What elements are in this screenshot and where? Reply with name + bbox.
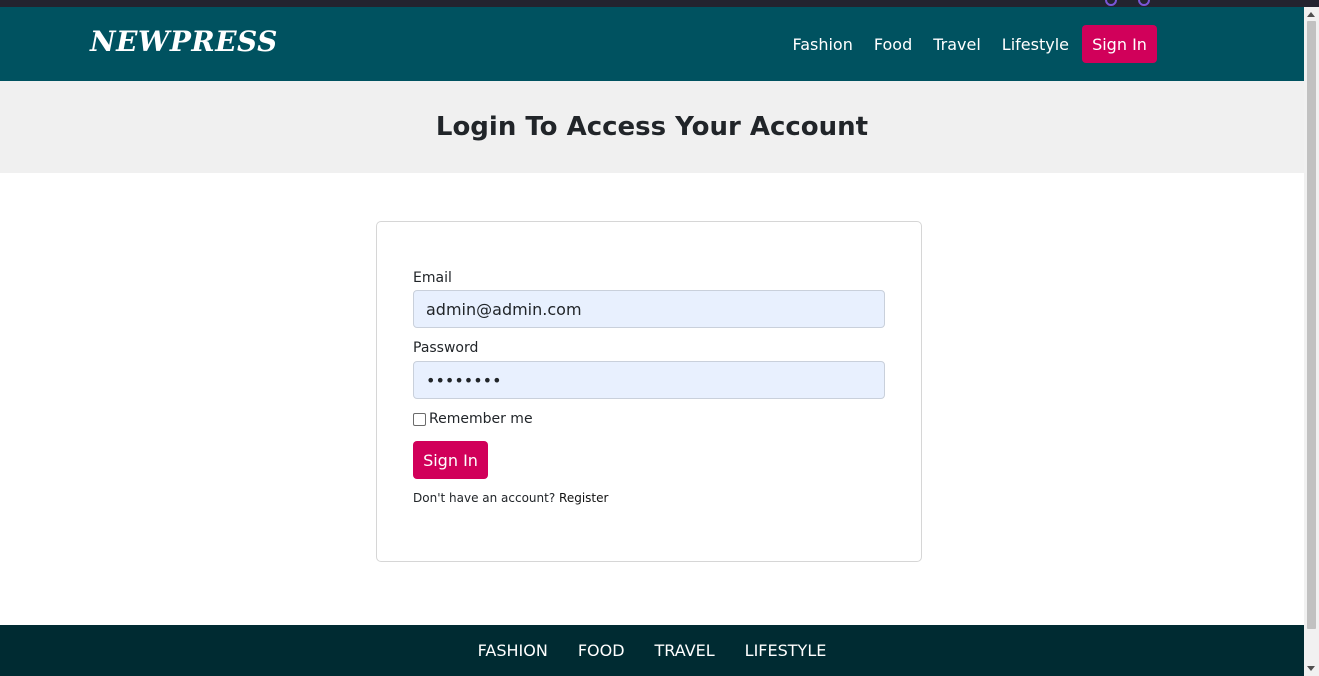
nav-link-lifestyle[interactable]: Lifestyle: [1002, 35, 1069, 54]
scroll-down-icon[interactable]: [1307, 666, 1315, 671]
signin-button[interactable]: Sign In: [413, 441, 488, 479]
browser-extension-icon: [1105, 0, 1117, 6]
browser-top-strip: [0, 0, 1319, 7]
nav-link-fashion[interactable]: Fashion: [792, 35, 852, 54]
nav-signin-button[interactable]: Sign In: [1082, 25, 1157, 63]
nav-link-food[interactable]: Food: [874, 35, 912, 54]
register-prompt-text: Don't have an account?: [413, 491, 556, 505]
email-label: Email: [413, 270, 452, 286]
page-scrollbar[interactable]: [1304, 7, 1319, 676]
browser-extension-icon: [1138, 0, 1150, 6]
remember-label: Remember me: [429, 411, 533, 427]
nav-links: Fashion Food Travel Lifestyle Sign In: [771, 7, 1304, 81]
login-card: Email admin@admin.com Password •••••••• …: [376, 221, 922, 562]
nav-link-travel[interactable]: Travel: [933, 35, 981, 54]
scroll-up-icon[interactable]: [1307, 12, 1315, 17]
remember-checkbox[interactable]: [413, 412, 426, 426]
footer: FASHION FOOD TRAVEL LIFESTYLE: [0, 625, 1304, 676]
remember-me[interactable]: Remember me: [413, 411, 533, 427]
footer-link-lifestyle[interactable]: LIFESTYLE: [745, 641, 827, 660]
footer-link-fashion[interactable]: FASHION: [478, 641, 548, 660]
password-label: Password: [413, 340, 479, 356]
register-prompt: Don't have an account? Register: [413, 491, 608, 505]
register-link[interactable]: Register: [559, 491, 608, 505]
footer-link-food[interactable]: FOOD: [578, 641, 625, 660]
brand-logo[interactable]: NEWPRESS: [90, 25, 278, 58]
scroll-thumb[interactable]: [1307, 21, 1316, 629]
email-field[interactable]: admin@admin.com: [413, 290, 885, 328]
navbar: NEWPRESS Fashion Food Travel Lifestyle S…: [0, 7, 1304, 81]
password-field[interactable]: ••••••••: [413, 361, 885, 399]
page-header: Login To Access Your Account: [0, 81, 1304, 173]
footer-link-travel[interactable]: TRAVEL: [655, 641, 715, 660]
page-title: Login To Access Your Account: [435, 112, 869, 142]
